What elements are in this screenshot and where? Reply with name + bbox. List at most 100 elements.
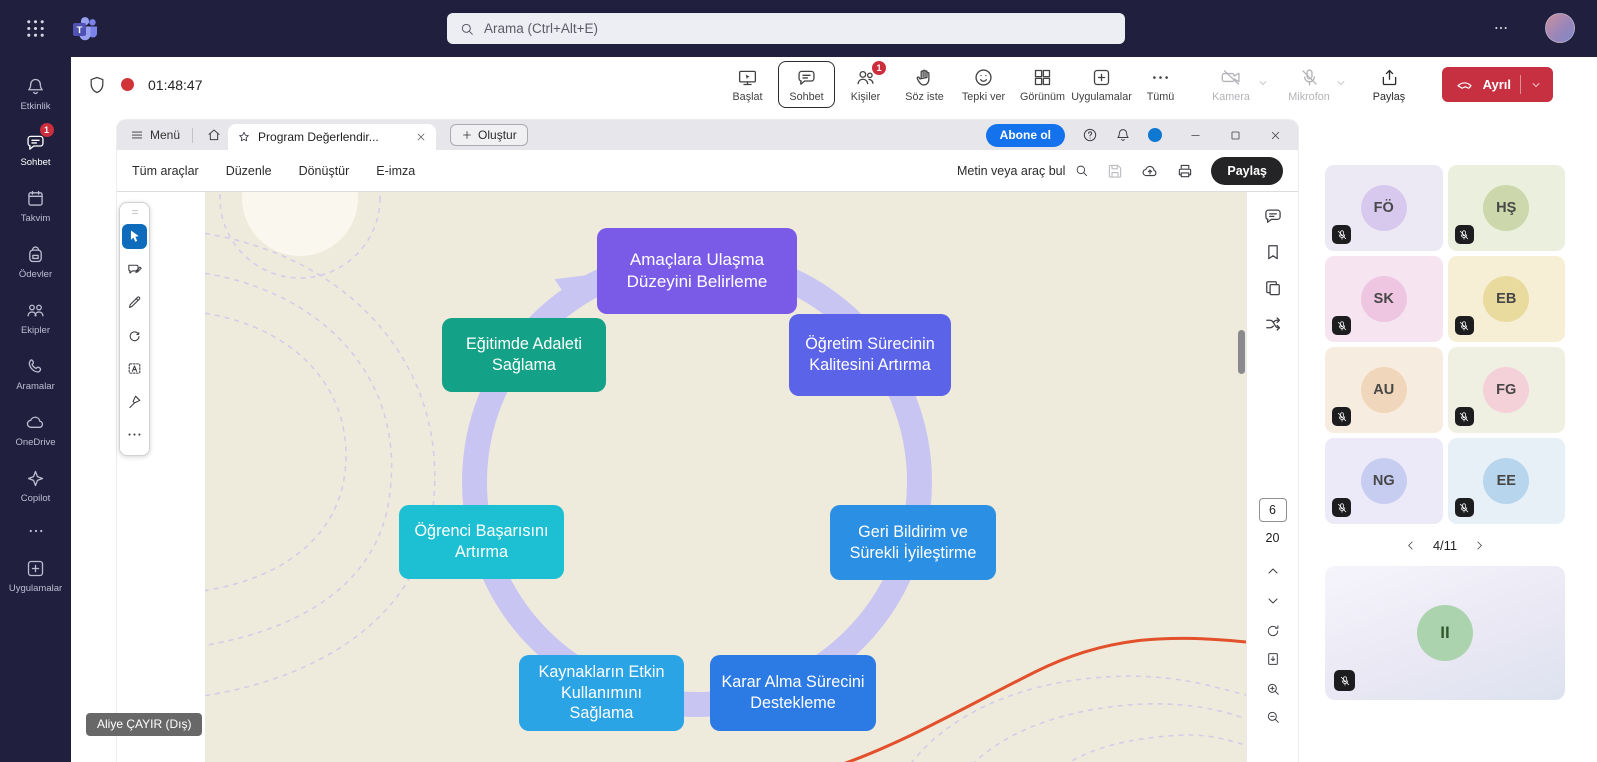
sidebar-item-takvim[interactable]: Takvim (3, 178, 69, 234)
pages-icon[interactable] (1263, 278, 1283, 298)
cloud-upload-icon[interactable] (1141, 162, 1159, 180)
home-icon[interactable] (206, 127, 222, 143)
chevron-down-icon[interactable] (1257, 77, 1269, 89)
tab-close-icon[interactable] (415, 131, 427, 143)
draw-tool[interactable] (122, 290, 147, 315)
mic-off-icon (1332, 498, 1351, 517)
participant-tile[interactable]: NG (1325, 438, 1443, 524)
participant-tile[interactable]: EB (1448, 256, 1566, 342)
raise-hand-button[interactable]: Söz iste (896, 61, 953, 108)
minimize-icon[interactable] (1189, 129, 1202, 142)
share-button[interactable]: Paylaş (1361, 61, 1417, 108)
document-share-button[interactable]: Paylaş (1211, 157, 1283, 185)
mic-off-icon (1455, 225, 1474, 244)
select-tool[interactable] (122, 224, 147, 249)
grid-view-icon (1032, 67, 1053, 88)
camera-button[interactable]: Kamera (1205, 61, 1257, 108)
zoom-out-icon[interactable] (1265, 709, 1281, 725)
help-icon[interactable] (1082, 127, 1098, 143)
menu-edit[interactable]: Düzenle (226, 164, 272, 178)
mic-button[interactable]: Mikrofon (1283, 61, 1335, 108)
menu-all-tools[interactable]: Tüm araçlar (132, 164, 199, 178)
comment-tool[interactable] (122, 257, 147, 282)
chevron-left-icon[interactable] (1404, 539, 1417, 552)
convert-tools-icon[interactable] (1263, 314, 1283, 334)
presence-avatar[interactable] (1148, 128, 1162, 142)
fill-sign-tool[interactable] (122, 389, 147, 414)
sidebar-item-uygulamalar[interactable]: Uygulamalar (3, 548, 69, 604)
loop-icon (126, 327, 143, 344)
sidebar-item-odevler[interactable]: Ödevler (3, 234, 69, 290)
page-up-icon[interactable] (1265, 563, 1281, 579)
palette-drag-handle[interactable] (128, 207, 142, 217)
recording-dot-icon (121, 78, 134, 91)
apps-button[interactable]: Uygulamalar (1073, 61, 1130, 108)
rotate-refresh-icon[interactable] (1265, 623, 1281, 639)
shield-icon[interactable] (87, 75, 107, 95)
print-icon[interactable] (1176, 162, 1194, 180)
select-text-tool[interactable] (122, 356, 147, 381)
spotlight-tile[interactable]: II (1325, 566, 1565, 700)
start-share-button[interactable]: Başlat (719, 61, 776, 108)
mic-off-icon (1332, 407, 1351, 426)
global-search[interactable] (447, 13, 1125, 44)
vertical-scrollbar[interactable] (1238, 330, 1245, 374)
react-button[interactable]: Tepki ver (955, 61, 1012, 108)
sidebar-item-label: Sohbet (20, 157, 50, 168)
more-button[interactable]: Tümü (1132, 61, 1189, 108)
sidebar-more-icon[interactable] (3, 514, 69, 548)
view-button[interactable]: Görünüm (1014, 61, 1071, 108)
leave-button[interactable]: Ayrıl (1442, 67, 1553, 102)
sidebar-item-ekipler[interactable]: Ekipler (3, 290, 69, 346)
sidebar-item-onedrive[interactable]: OneDrive (3, 402, 69, 458)
comments-icon[interactable] (1263, 206, 1283, 226)
subscribe-button[interactable]: Abone ol (986, 124, 1065, 147)
save-icon[interactable] (1106, 162, 1124, 180)
sidebar-item-aramalar[interactable]: Aramalar (3, 346, 69, 402)
loop-tool[interactable] (122, 323, 147, 348)
document-canvas[interactable]: Amaçlara Ulaşma Düzeyini Belirleme Öğret… (205, 192, 1246, 762)
export-page-icon[interactable] (1265, 651, 1281, 667)
document-toolbar: Tüm araçlar Düzenle Dönüştür E-imza Meti… (117, 150, 1298, 192)
titlebar-more-icon[interactable] (1491, 20, 1511, 36)
participant-tile[interactable]: AU (1325, 347, 1443, 433)
current-page-input[interactable]: 6 (1259, 498, 1287, 522)
sidebar-item-copilot[interactable]: Copilot (3, 458, 69, 514)
cursor-icon (126, 228, 143, 245)
more-tools[interactable] (122, 422, 147, 447)
participant-tile[interactable]: FG (1448, 347, 1566, 433)
chevron-right-icon[interactable] (1473, 539, 1486, 552)
sidebar-item-sohbet[interactable]: 1 Sohbet (3, 122, 69, 178)
diagram-node: Kaynakların Etkin Kullanımını Sağlama (519, 655, 684, 731)
participant-tile[interactable]: SK (1325, 256, 1443, 342)
profile-avatar[interactable] (1545, 13, 1575, 43)
app-launcher-icon[interactable] (24, 17, 47, 40)
participant-tile[interactable]: HŞ (1448, 165, 1566, 251)
participants-grid: FÖ HŞ SK EB AU (1325, 165, 1565, 524)
create-button[interactable]: Oluştur (450, 124, 528, 146)
search-input[interactable] (484, 21, 1113, 36)
participant-tile[interactable]: EE (1448, 438, 1566, 524)
menu-convert[interactable]: Dönüştür (299, 164, 350, 178)
star-icon[interactable] (237, 130, 251, 144)
activity-bell-icon (25, 76, 46, 97)
mic-off-icon (1332, 316, 1351, 335)
document-tab[interactable]: Program Değerlendir... (228, 124, 436, 150)
participant-tile[interactable]: FÖ (1325, 165, 1443, 251)
chat-button[interactable]: Sohbet (778, 61, 835, 108)
diagram-node: Geri Bildirim ve Sürekli İyileştirme (830, 505, 996, 580)
chevron-down-icon[interactable] (1530, 79, 1542, 91)
maximize-icon[interactable] (1229, 129, 1242, 142)
zoom-in-icon[interactable] (1265, 681, 1281, 697)
menu-esign[interactable]: E-imza (376, 164, 415, 178)
find-tool-button[interactable]: Metin veya araç bul (957, 163, 1089, 178)
people-button[interactable]: 1 Kişiler (837, 61, 894, 108)
menu-button[interactable]: Menü (125, 128, 185, 142)
chevron-down-icon[interactable] (1335, 77, 1347, 89)
bookmarks-icon[interactable] (1263, 242, 1283, 262)
shared-document-window: Menü Program Değerlendir... Oluştur Abon… (117, 120, 1298, 762)
close-icon[interactable] (1269, 129, 1282, 142)
notifications-bell-icon[interactable] (1115, 127, 1131, 143)
sidebar-item-etkinlik[interactable]: Etkinlik (3, 66, 69, 122)
page-down-icon[interactable] (1265, 593, 1281, 609)
